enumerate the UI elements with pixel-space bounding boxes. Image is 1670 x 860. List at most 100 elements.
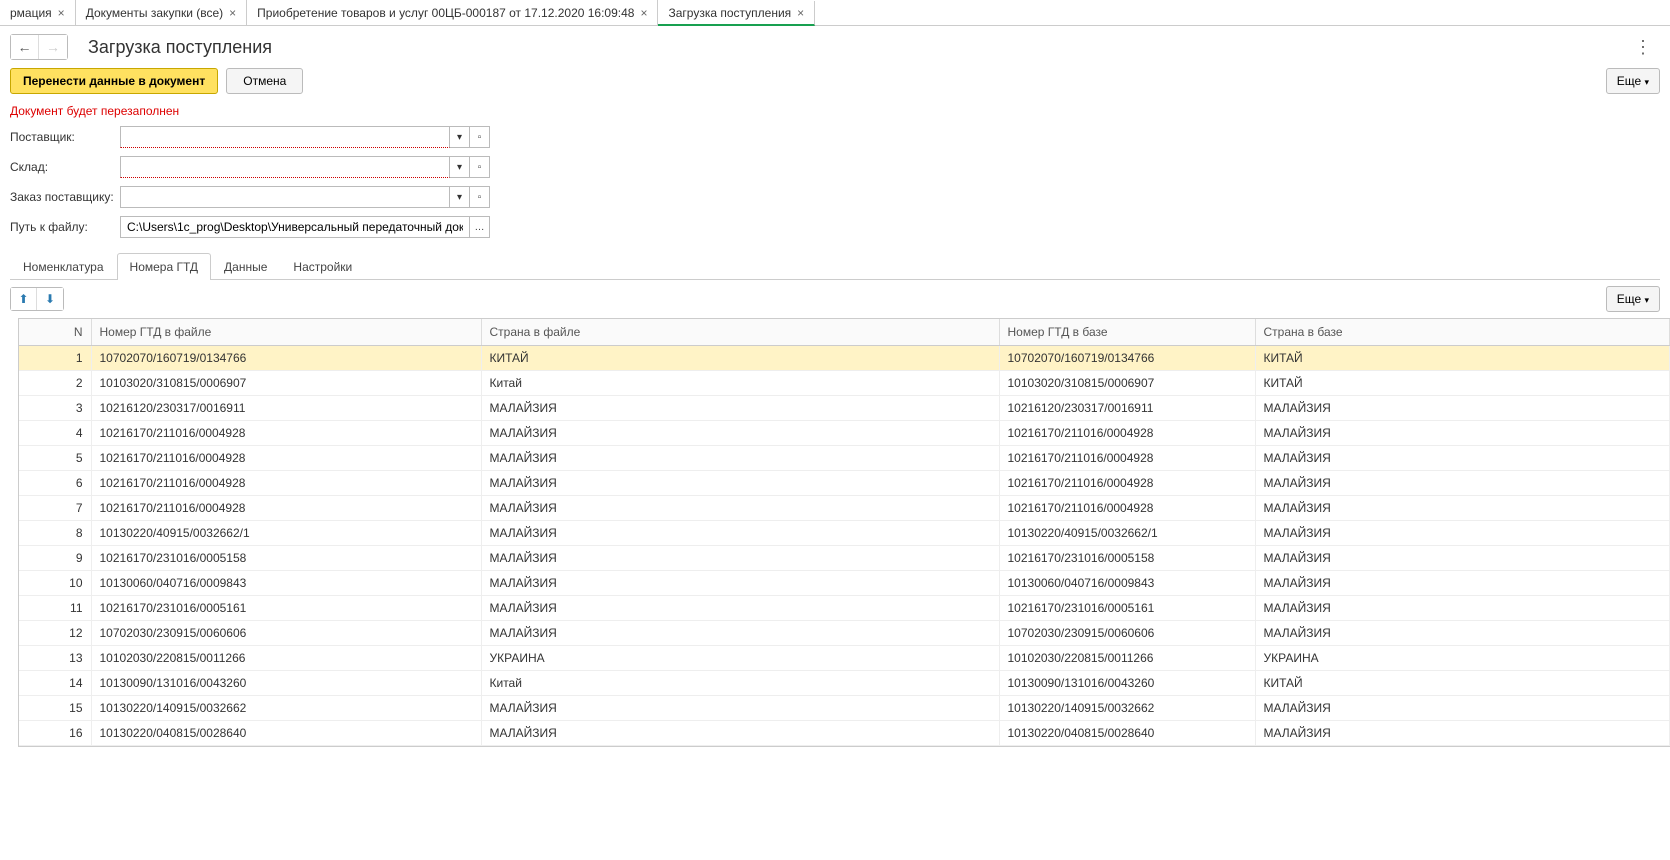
col-header-gtd-db[interactable]: Номер ГТД в базе <box>999 319 1255 346</box>
top-tab[interactable]: Документы закупки (все)× <box>76 0 247 25</box>
open-dialog-icon[interactable]: ▫ <box>470 126 490 148</box>
cell-countryDb: МАЛАЙЗИЯ <box>1255 571 1670 596</box>
cell-n: 5 <box>19 446 91 471</box>
cell-countryFile: МАЛАЙЗИЯ <box>481 521 999 546</box>
close-icon[interactable]: × <box>797 6 804 20</box>
dropdown-icon[interactable]: ▾ <box>450 156 470 178</box>
cell-countryDb: МАЛАЙЗИЯ <box>1255 471 1670 496</box>
table-row[interactable]: 210103020/310815/0006907Китай10103020/31… <box>19 371 1670 396</box>
table-row[interactable]: 610216170/211016/0004928МАЛАЙЗИЯ10216170… <box>19 471 1670 496</box>
cell-countryFile: МАЛАЙЗИЯ <box>481 571 999 596</box>
transfer-data-button[interactable]: Перенести данные в документ <box>10 68 218 94</box>
browse-icon[interactable]: … <box>470 216 490 238</box>
cell-gtdDb: 10130060/040716/0009843 <box>999 571 1255 596</box>
cell-countryDb: УКРАИНА <box>1255 646 1670 671</box>
table-row[interactable]: 1310102030/220815/0011266УКРАИНА10102030… <box>19 646 1670 671</box>
more-button[interactable]: Еще ▾ <box>1606 68 1660 94</box>
table-more-button[interactable]: Еще ▾ <box>1606 286 1660 312</box>
close-icon[interactable]: × <box>640 6 647 20</box>
order-label: Заказ поставщику: <box>10 190 120 204</box>
filepath-input[interactable] <box>120 216 470 238</box>
cell-gtdFile: 10130220/140915/0032662 <box>91 696 481 721</box>
kebab-menu-icon[interactable]: ⋮ <box>1634 37 1652 58</box>
cell-gtdDb: 10130090/131016/0043260 <box>999 671 1255 696</box>
table-row[interactable]: 310216120/230317/0016911МАЛАЙЗИЯ10216120… <box>19 396 1670 421</box>
cell-n: 2 <box>19 371 91 396</box>
cell-gtdFile: 10216170/211016/0004928 <box>91 471 481 496</box>
page-title: Загрузка поступления <box>88 37 272 58</box>
open-dialog-icon[interactable]: ▫ <box>470 156 490 178</box>
col-header-country-file[interactable]: Страна в файле <box>481 319 999 346</box>
warehouse-input[interactable] <box>120 156 450 178</box>
order-input[interactable] <box>120 186 450 208</box>
cell-countryDb: КИТАЙ <box>1255 371 1670 396</box>
cell-gtdDb: 10130220/140915/0032662 <box>999 696 1255 721</box>
cell-n: 3 <box>19 396 91 421</box>
cell-countryDb: МАЛАЙЗИЯ <box>1255 421 1670 446</box>
cell-n: 6 <box>19 471 91 496</box>
table-row[interactable]: 410216170/211016/0004928МАЛАЙЗИЯ10216170… <box>19 421 1670 446</box>
cell-countryFile: МАЛАЙЗИЯ <box>481 621 999 646</box>
nav-forward-button[interactable]: → <box>39 35 67 59</box>
sub-tab[interactable]: Номенклатура <box>10 253 117 280</box>
cell-countryFile: МАЛАЙЗИЯ <box>481 696 999 721</box>
cell-countryFile: УКРАИНА <box>481 646 999 671</box>
table-row[interactable]: 710216170/211016/0004928МАЛАЙЗИЯ10216170… <box>19 496 1670 521</box>
top-tab[interactable]: Приобретение товаров и услуг 00ЦБ-000187… <box>247 0 658 25</box>
cell-n: 1 <box>19 346 91 371</box>
dropdown-icon[interactable]: ▾ <box>450 186 470 208</box>
cell-gtdDb: 10702030/230915/0060606 <box>999 621 1255 646</box>
table-row[interactable]: 1610130220/040815/0028640МАЛАЙЗИЯ1013022… <box>19 721 1670 746</box>
cell-gtdFile: 10216170/231016/0005158 <box>91 546 481 571</box>
cell-gtdDb: 10216170/231016/0005161 <box>999 596 1255 621</box>
table-row[interactable]: 1510130220/140915/0032662МАЛАЙЗИЯ1013022… <box>19 696 1670 721</box>
table-row[interactable]: 1410130090/131016/0043260Китай10130090/1… <box>19 671 1670 696</box>
table-row[interactable]: 910216170/231016/0005158МАЛАЙЗИЯ10216170… <box>19 546 1670 571</box>
table-row[interactable]: 1110216170/231016/0005161МАЛАЙЗИЯ1021617… <box>19 596 1670 621</box>
supplier-input[interactable] <box>120 126 450 148</box>
close-icon[interactable]: × <box>229 6 236 20</box>
nav-back-button[interactable]: ← <box>11 35 39 59</box>
cell-countryDb: МАЛАЙЗИЯ <box>1255 396 1670 421</box>
cell-n: 7 <box>19 496 91 521</box>
cell-countryFile: МАЛАЙЗИЯ <box>481 496 999 521</box>
cell-countryDb: МАЛАЙЗИЯ <box>1255 621 1670 646</box>
top-tab-bar: рмация×Документы закупки (все)×Приобрете… <box>0 0 1670 26</box>
dropdown-icon[interactable]: ▾ <box>450 126 470 148</box>
tab-label: рмация <box>10 6 52 20</box>
cell-countryFile: Китай <box>481 371 999 396</box>
cell-gtdFile: 10103020/310815/0006907 <box>91 371 481 396</box>
col-header-n[interactable]: N <box>19 319 91 346</box>
cell-gtdFile: 10102030/220815/0011266 <box>91 646 481 671</box>
cancel-button[interactable]: Отмена <box>226 68 303 94</box>
sub-tab[interactable]: Данные <box>211 253 280 280</box>
col-header-gtd-file[interactable]: Номер ГТД в файле <box>91 319 481 346</box>
top-tab[interactable]: Загрузка поступления × <box>658 1 815 26</box>
move-up-button[interactable]: ⬆ <box>11 288 37 310</box>
cell-n: 8 <box>19 521 91 546</box>
table-row[interactable]: 810130220/40915/0032662/1МАЛАЙЗИЯ1013022… <box>19 521 1670 546</box>
table-row[interactable]: 510216170/211016/0004928МАЛАЙЗИЯ10216170… <box>19 446 1670 471</box>
sub-tab[interactable]: Номера ГТД <box>117 253 212 280</box>
form-area: Поставщик: ▾ ▫ Склад: ▾ ▫ Заказ поставщи… <box>0 124 1670 248</box>
cell-gtdDb: 10216170/211016/0004928 <box>999 471 1255 496</box>
cell-countryDb: МАЛАЙЗИЯ <box>1255 721 1670 746</box>
open-dialog-icon[interactable]: ▫ <box>470 186 490 208</box>
cell-n: 4 <box>19 421 91 446</box>
cell-gtdFile: 10216170/231016/0005161 <box>91 596 481 621</box>
close-icon[interactable]: × <box>58 6 65 20</box>
table-row[interactable]: 110702070/160719/0134766КИТАЙ10702070/16… <box>19 346 1670 371</box>
top-tab[interactable]: рмация × <box>0 0 76 25</box>
supplier-label: Поставщик: <box>10 130 120 144</box>
sub-tab[interactable]: Настройки <box>280 253 365 280</box>
cell-gtdFile: 10216170/211016/0004928 <box>91 446 481 471</box>
tab-label: Загрузка поступления <box>668 6 791 20</box>
cell-gtdFile: 10216170/211016/0004928 <box>91 496 481 521</box>
col-header-country-db[interactable]: Страна в базе <box>1255 319 1670 346</box>
table-row[interactable]: 1010130060/040716/0009843МАЛАЙЗИЯ1013006… <box>19 571 1670 596</box>
table-row[interactable]: 1210702030/230915/0060606МАЛАЙЗИЯ1070203… <box>19 621 1670 646</box>
move-down-button[interactable]: ⬇ <box>37 288 63 310</box>
cell-countryFile: МАЛАЙЗИЯ <box>481 721 999 746</box>
arrow-up-icon: ⬆ <box>18 292 28 306</box>
cell-gtdDb: 10130220/040815/0028640 <box>999 721 1255 746</box>
